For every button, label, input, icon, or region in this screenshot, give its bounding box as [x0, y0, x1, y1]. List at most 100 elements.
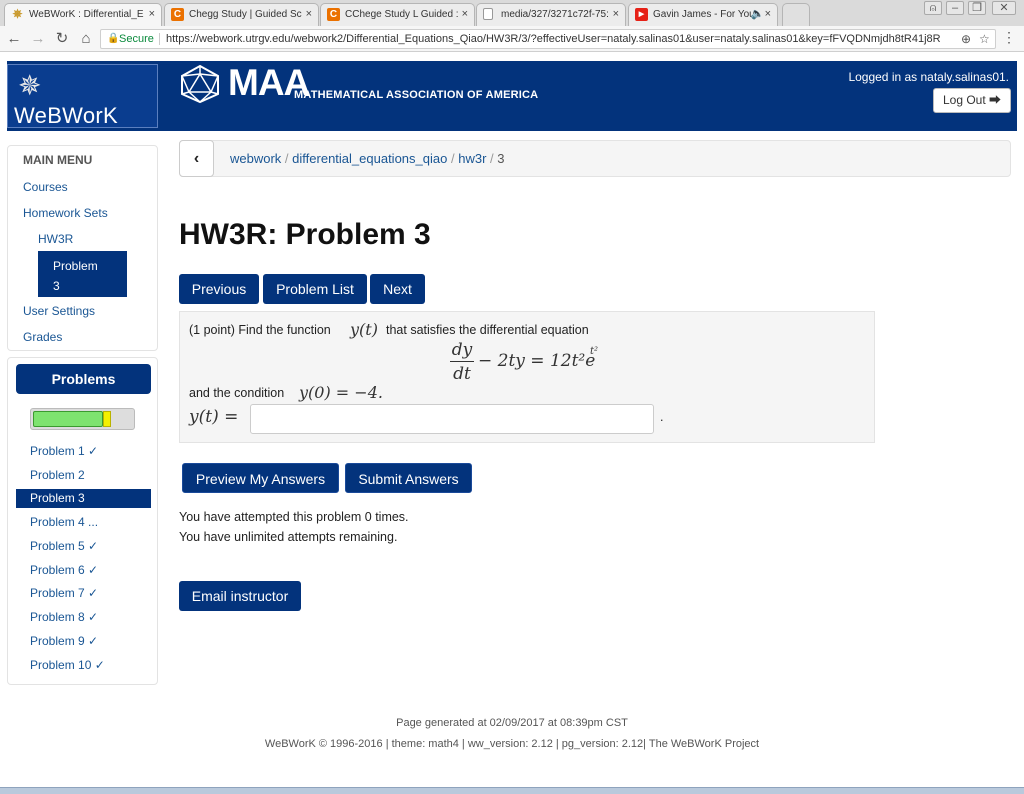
problem-list-button[interactable]: Problem List: [263, 274, 367, 304]
secure-label: Secure: [119, 33, 154, 45]
problem-link-9[interactable]: Problem 9 ✓: [30, 634, 98, 648]
breadcrumb-separator: /: [284, 151, 289, 166]
sidebar-item-homework-sets[interactable]: Homework Sets: [23, 206, 108, 220]
submit-answers-button[interactable]: Submit Answers: [345, 463, 472, 493]
progress-fill-partial: [103, 411, 111, 427]
breadcrumb-separator: /: [450, 151, 455, 166]
profile-icon[interactable]: ⍝: [924, 1, 942, 15]
sidebar-item-problem-3[interactable]: Problem 3: [38, 251, 127, 297]
chegg-favicon-icon: C: [327, 8, 340, 21]
tab-close-icon[interactable]: ×: [306, 4, 312, 25]
browser-tab-youtube[interactable]: ▶ Gavin James - For You 🔈×: [628, 3, 778, 26]
zoom-icon[interactable]: ⊕: [961, 30, 971, 48]
problem-link-5[interactable]: Problem 5 ✓: [30, 539, 98, 553]
youtube-favicon-icon: ▶: [635, 8, 648, 21]
main-menu-panel: MAIN MENU Courses Homework Sets HW3R Pro…: [7, 145, 158, 351]
browser-tab-chegg-2[interactable]: C CChege Study L Guided : ×: [320, 3, 475, 26]
page-title: HW3R: Problem 3: [179, 218, 431, 251]
sidebar-item-hw3r[interactable]: HW3R: [38, 232, 73, 246]
footer-copyright: WeBWorK © 1996-2016 | theme: math4 | ww_…: [264, 738, 760, 750]
new-tab-button[interactable]: [782, 3, 810, 26]
url-text: https://webwork.utrgv.edu/webwork2/Diffe…: [166, 33, 941, 45]
problem-link-2[interactable]: Problem 2: [30, 468, 85, 482]
logout-label: Log Out: [942, 93, 986, 107]
tab-title: Chegg Study | Guided Sc: [189, 9, 302, 20]
condition-text: and the condition: [189, 386, 285, 400]
browser-tab-chegg-1[interactable]: C Chegg Study | Guided Sc ×: [164, 3, 319, 26]
lock-icon: 🔒: [107, 33, 120, 44]
address-bar[interactable]: 🔒 Secure https://webwork.utrgv.edu/webwo…: [100, 29, 996, 49]
main-menu-title: MAIN MENU: [23, 153, 93, 167]
reload-icon[interactable]: ↻: [52, 29, 72, 49]
tab-close-icon[interactable]: ×: [149, 4, 155, 25]
site-header: ✵ WeBWorK MAA MATHEMATICAL ASSOCIATION O…: [0, 52, 1024, 132]
back-chevron-icon[interactable]: ‹: [179, 140, 214, 177]
window-close-icon[interactable]: ✕: [992, 1, 1016, 15]
sidebar-item-label: Problem: [53, 259, 98, 273]
home-icon[interactable]: ⌂: [76, 29, 96, 49]
problem-link-6[interactable]: Problem 6 ✓: [30, 563, 98, 577]
progress-bar: [30, 408, 135, 430]
problem-link-10[interactable]: Problem 10 ✓: [30, 658, 105, 672]
browser-menu-icon[interactable]: ⋮: [1002, 29, 1016, 46]
problem-intro: (1 point) Find the function: [189, 323, 331, 337]
forward-arrow-icon[interactable]: →: [28, 29, 48, 49]
breadcrumb-current: 3: [497, 151, 505, 166]
attempts-text: You have attempted this problem 0 times.: [179, 510, 409, 524]
browser-toolbar: ← → ↻ ⌂ 🔒 Secure https://webwork.utrgv.e…: [0, 26, 1024, 52]
email-instructor-button[interactable]: Email instructor: [179, 581, 301, 611]
ode-rhs: − 2ty = 12t²e: [478, 351, 596, 371]
bookmark-star-icon[interactable]: ☆: [979, 30, 990, 48]
browser-tab-media[interactable]: media/327/3271c72f-75: ×: [476, 3, 626, 26]
answer-label: y(t) =: [189, 407, 239, 427]
browser-tab-webwork[interactable]: ✵ WeBWorK : Differential_E ×: [4, 3, 162, 26]
webwork-logo[interactable]: ✵ WeBWorK: [7, 64, 158, 128]
problem-link-3[interactable]: Problem 3: [16, 489, 151, 508]
breadcrumb-webwork[interactable]: webwork: [230, 151, 281, 166]
webwork-name: WeBWorK: [14, 103, 118, 128]
problem-link-8[interactable]: Problem 8 ✓: [30, 610, 98, 624]
problem-link-4[interactable]: Problem 4 ...: [30, 515, 98, 529]
minimize-icon[interactable]: –: [946, 1, 964, 15]
answer-trailing-period: .: [660, 410, 664, 424]
breadcrumb: ‹ webwork / differential_equations_qiao …: [179, 140, 1011, 177]
maa-subtitle: MATHEMATICAL ASSOCIATION OF AMERICA: [294, 89, 539, 101]
maa-icosahedron-icon: [181, 64, 219, 104]
preview-answers-button[interactable]: Preview My Answers: [182, 463, 339, 493]
page-generated-text: Page generated at 02/09/2017 at 08:39pm …: [396, 717, 628, 729]
problem-intro-end: that satisfies the differential equation: [386, 323, 589, 337]
breadcrumb-separator: /: [490, 151, 494, 166]
restore-icon[interactable]: ❐: [968, 1, 986, 15]
tab-title: media/327/3271c72f-75:: [501, 9, 609, 20]
next-button[interactable]: Next: [370, 274, 425, 304]
back-arrow-icon[interactable]: ←: [4, 29, 24, 49]
ode-denominator: dt: [453, 364, 471, 384]
tab-close-icon[interactable]: 🔈×: [751, 4, 771, 25]
browser-tab-bar: ✵ WeBWorK : Differential_E × C Chegg Stu…: [0, 0, 1024, 26]
page-favicon-icon: [483, 8, 493, 20]
sidebar-item-user-settings[interactable]: User Settings: [23, 304, 95, 318]
breadcrumb-set[interactable]: hw3r: [458, 151, 486, 166]
tab-close-icon[interactable]: ×: [462, 4, 468, 25]
progress-fill-correct: [33, 411, 103, 427]
problems-panel: Problems Problem 1 ✓ Problem 2 Problem 3…: [7, 357, 158, 685]
sidebar-item-label: 3: [53, 279, 60, 293]
remaining-attempts-text: You have unlimited attempts remaining.: [179, 530, 398, 544]
sidebar-item-grades[interactable]: Grades: [23, 330, 62, 344]
webwork-favicon-icon: ✵: [12, 7, 23, 21]
answer-input[interactable]: [250, 404, 654, 434]
chegg-favicon-icon: C: [171, 8, 184, 21]
problems-button[interactable]: Problems: [16, 364, 151, 394]
logout-button[interactable]: Log Out ⮕: [933, 88, 1011, 113]
problem-link-7[interactable]: Problem 7 ✓: [30, 586, 98, 600]
fraction-bar: [450, 361, 474, 362]
sign-out-icon: ⮕: [989, 93, 1002, 107]
tab-close-icon[interactable]: ×: [613, 4, 619, 25]
os-taskbar: [0, 787, 1024, 794]
problem-link-1[interactable]: Problem 1 ✓: [30, 444, 98, 458]
previous-button[interactable]: Previous: [179, 274, 259, 304]
logged-in-status: Logged in as nataly.salinas01.: [848, 70, 1009, 84]
breadcrumb-course[interactable]: differential_equations_qiao: [292, 151, 447, 166]
webwork-star-icon: ✵: [18, 70, 42, 101]
sidebar-item-courses[interactable]: Courses: [23, 180, 68, 194]
